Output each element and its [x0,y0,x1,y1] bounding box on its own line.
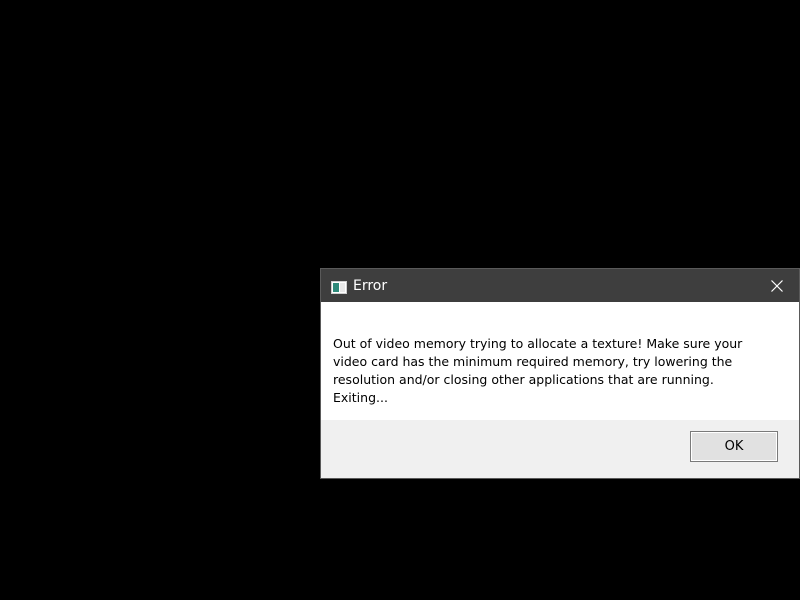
app-window-icon [331,279,347,294]
dialog-titlebar[interactable]: Error [321,269,799,302]
error-message: Out of video memory trying to allocate a… [333,336,743,405]
dialog-title: Error [353,278,388,294]
game-screen: Error Out of video memory trying to allo… [0,0,800,600]
close-button[interactable] [755,269,799,302]
close-icon [771,279,783,292]
dialog-content: Out of video memory trying to allocate a… [321,302,799,420]
error-dialog: Error Out of video memory trying to allo… [320,268,800,479]
dialog-footer: OK [321,420,799,478]
ok-button[interactable]: OK [690,431,778,462]
